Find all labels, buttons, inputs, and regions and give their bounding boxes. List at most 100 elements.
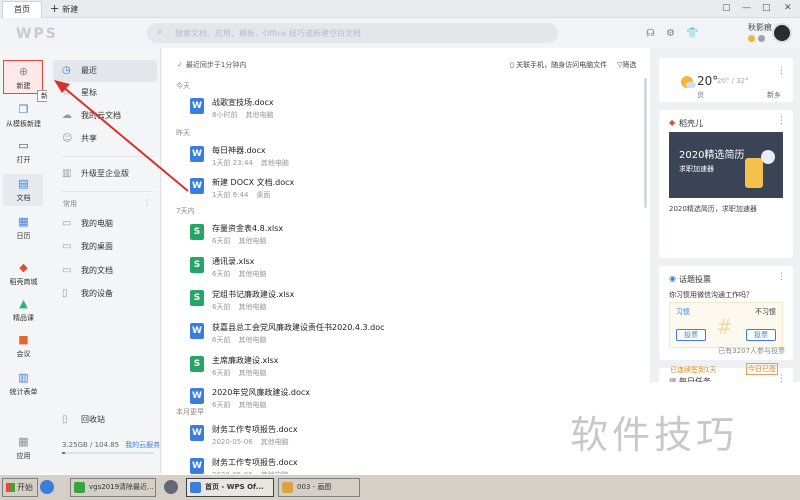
nav-recycle[interactable]: ▯ 回收站	[53, 409, 157, 431]
poll-options: 习惯 不习惯 # 投票 投票	[669, 302, 783, 348]
search-input[interactable]: ⌕ 搜索文档、应用、模板、Office 技巧或新建空白文档	[147, 23, 558, 43]
divider	[61, 156, 153, 157]
file-row[interactable]: W 每日神器.docx 1天前 23:44 其他电脑	[190, 144, 630, 170]
checkin-button[interactable]: 今日已签	[746, 363, 778, 375]
file-row[interactable]: S 存量资金表4.8.xlsx 6天前 其他电脑	[190, 222, 630, 248]
nav-my-cloud[interactable]: ☁ 我的云文档	[53, 105, 157, 127]
file-row[interactable]: S 主席廉政建设.xlsx 6天前 其他电脑	[190, 354, 630, 380]
avatar[interactable]	[772, 23, 792, 43]
desktop-icon: ▭	[62, 241, 72, 252]
file-name: 通讯录.xlsx	[212, 257, 255, 266]
file-name: 2020年党风廉政建设.docx	[212, 388, 311, 397]
maximize-icon[interactable]: □	[762, 3, 771, 13]
taskbar-item-paint[interactable]: 003 - 画图	[278, 478, 360, 497]
spreadsheet-icon: S	[190, 257, 204, 273]
headset-icon[interactable]: ☊	[646, 28, 655, 39]
banner-figure-icon	[745, 158, 763, 188]
level-badge-icon	[758, 35, 765, 42]
filter-label: 筛选	[622, 61, 637, 69]
nav-my-computer[interactable]: ▭ 我的电脑	[53, 213, 157, 235]
file-time: 6天前	[212, 270, 231, 278]
nav-shared[interactable]: ☺ 共享	[53, 128, 157, 150]
file-name: 财务工作专项报告.docx	[212, 425, 298, 434]
calendar-icon: ▦	[18, 215, 29, 228]
video-icon: ■	[18, 333, 29, 346]
ie-icon[interactable]	[40, 480, 54, 494]
link-phone-label: 关联手机，随身访问电脑文件	[516, 61, 608, 69]
group-yesterday: 昨天	[176, 129, 190, 137]
rail-apps[interactable]: ▦ 应用	[0, 436, 47, 461]
rail-new[interactable]: ⊕ 新建	[0, 66, 47, 91]
poll-option-b: 不习惯	[755, 308, 776, 316]
nav-upgrade-label: 升级至企业版	[81, 169, 129, 178]
storage-fill	[62, 452, 65, 454]
start-button[interactable]: 开始	[2, 478, 38, 497]
banner-caption: 2020精选简历，求职加速器	[669, 205, 757, 213]
nav-my-documents[interactable]: ▭ 我的文档	[53, 260, 157, 282]
file-meta: 6天前 其他电脑	[212, 335, 266, 345]
link-phone-button[interactable]: ▯ 关联手机，随身访问电脑文件	[510, 60, 607, 70]
nav-my-desktop[interactable]: ▭ 我的桌面	[53, 236, 157, 258]
word-doc-icon: W	[190, 98, 204, 114]
file-row[interactable]: W 新建 DOCX 文档.docx 1天前 9:44 桌面	[190, 176, 630, 202]
file-row[interactable]: W 战歌宣技场.docx 8小时前 其他电脑	[190, 96, 630, 122]
weather-card[interactable]: 20° 20° / 32° 良 新乡 ⋮	[659, 58, 793, 102]
window-restore-icon[interactable]: ▢	[722, 3, 731, 13]
user-name[interactable]: 秋影痕	[748, 22, 772, 33]
spreadsheet-icon: S	[190, 224, 204, 240]
divider	[61, 191, 153, 192]
document-icon: ▤	[18, 177, 29, 190]
more-icon[interactable]: ⋮	[777, 66, 786, 76]
rail-course-label: 精品课	[13, 314, 34, 322]
gear-icon[interactable]: ⚙	[666, 28, 675, 39]
file-name: 获嘉县总工会党风廉政建设责任书2020.4.3.doc	[212, 323, 385, 332]
more-icon[interactable]: ⋮	[777, 116, 786, 126]
minimize-icon[interactable]: —	[742, 3, 751, 13]
building-icon: ▥	[62, 168, 72, 179]
rail-calendar[interactable]: ▦ 日历	[0, 216, 47, 241]
rail-docs[interactable]: ▤ 文档	[0, 178, 47, 203]
cloud-service-link[interactable]: 我的云服务	[125, 441, 160, 449]
promo-banner[interactable]: 2020精选简历 求职加速器	[669, 132, 783, 198]
rail-meeting[interactable]: ■ 会议	[0, 334, 47, 359]
vote-button-a[interactable]: 投票	[676, 329, 706, 341]
new-tab-button[interactable]: + 新建	[50, 2, 78, 16]
daoke-icon: ◆	[669, 118, 676, 127]
file-row[interactable]: S 通讯录.xlsx 6天前 其他电脑	[190, 255, 630, 281]
file-row[interactable]: S 党组书记廉政建设.xlsx 6天前 其他电脑	[190, 288, 630, 314]
rail-from-template[interactable]: ❐ 从模板新建	[0, 104, 47, 129]
scrollbar[interactable]	[644, 78, 647, 208]
taskbar-item-browser[interactable]: vgs2019清除最近...	[70, 478, 156, 497]
skin-icon[interactable]: 👕	[686, 28, 698, 39]
graduation-cap-icon: ▲	[19, 297, 28, 310]
plus-icon: +	[50, 2, 60, 15]
nav-recent[interactable]: ◷ 最近	[53, 60, 157, 82]
more-icon[interactable]: ⋮	[143, 198, 151, 207]
file-time: 6天前	[212, 303, 231, 311]
taskbar-item-wps[interactable]: 首页 - WPS Of...	[186, 478, 274, 497]
nav-my-devices[interactable]: ▯ 我的设备	[53, 283, 157, 305]
rail-forms[interactable]: ▥ 统计表单	[0, 372, 47, 397]
close-icon[interactable]: ✕	[784, 3, 792, 13]
file-meta: 6天前 其他电脑	[212, 302, 266, 312]
vote-button-b[interactable]: 投票	[746, 329, 776, 341]
weather-city[interactable]: 新乡	[767, 90, 781, 100]
rail-course[interactable]: ▲ 精品课	[0, 298, 47, 323]
rail-shop[interactable]: ◆ 稻壳商城	[0, 262, 47, 287]
start-label: 开始	[17, 483, 33, 492]
search-icon: ⌕	[157, 26, 163, 37]
tab-home[interactable]: 首页	[2, 1, 42, 18]
file-row[interactable]: W 获嘉县总工会党风廉政建设责任书2020.4.3.doc 6天前 其他电脑	[190, 321, 630, 347]
filter-button[interactable]: ▽筛选	[617, 60, 636, 70]
watermark-text: 软件技巧	[570, 413, 739, 457]
desktop-icon[interactable]	[164, 480, 178, 494]
promo-title: 稻壳儿	[679, 119, 703, 128]
promo-card[interactable]: ◆ 稻壳儿 ⋮ 2020精选简历 求职加速器 2020精选简历，求职加速器	[659, 110, 793, 258]
more-icon[interactable]: ⋮	[777, 272, 786, 282]
rail-open[interactable]: ▭ 打开	[0, 140, 47, 165]
nav-upgrade[interactable]: ▥ 升级至企业版	[53, 163, 157, 185]
shop-icon: ◆	[19, 261, 28, 274]
banner-title: 2020精选简历	[679, 150, 745, 161]
nav-starred[interactable]: ☆ 星标	[53, 82, 157, 104]
nav-desktop-label: 我的桌面	[81, 242, 113, 251]
